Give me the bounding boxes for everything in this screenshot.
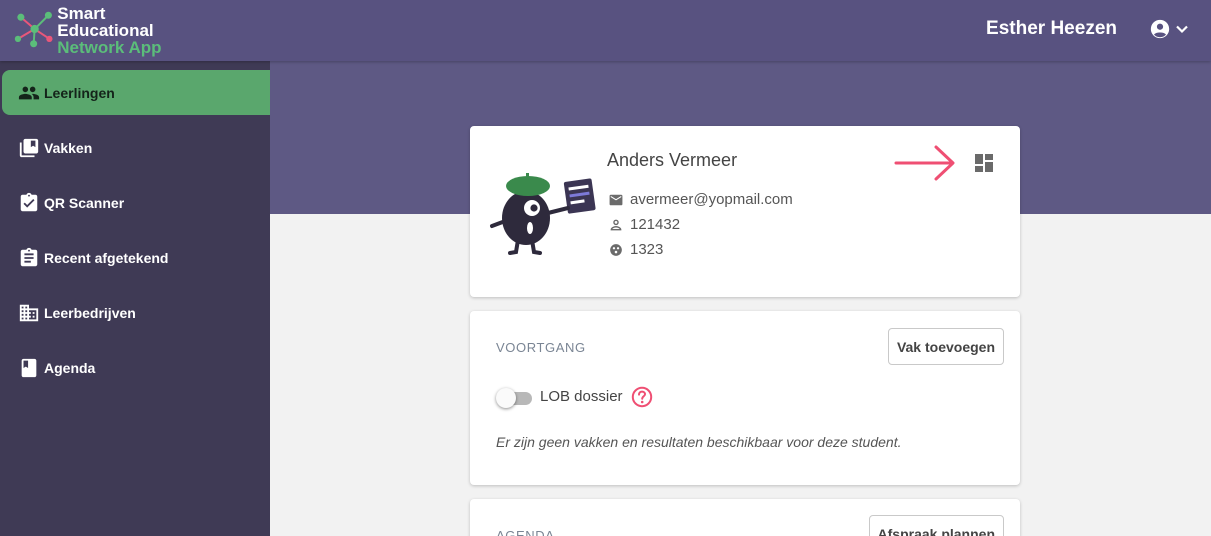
- student-group: 1323: [630, 241, 664, 258]
- user-name[interactable]: Esther Heezen: [986, 18, 1117, 40]
- sidebar-item-leerbedrijven[interactable]: Leerbedrijven: [2, 290, 270, 335]
- group-icon: [607, 242, 625, 258]
- person-icon: [607, 217, 625, 233]
- app-logo[interactable]: Smart Educational Network App: [14, 5, 204, 56]
- clipboard-check-icon: [16, 190, 42, 216]
- sidebar-item-agenda[interactable]: Agenda: [2, 345, 270, 390]
- add-subject-button[interactable]: Vak toevoegen: [887, 328, 1004, 365]
- progress-card: VOORTGANG Vak toevoegen LOB dossier Er z…: [470, 311, 1020, 485]
- empty-results-message: Er zijn geen vakken en resultaten beschi…: [496, 434, 902, 450]
- sidebar-item-recent-afgetekend[interactable]: Recent afgetekend: [2, 235, 270, 280]
- sidebar-item-leerlingen[interactable]: Leerlingen: [2, 70, 270, 115]
- sidebar-item-label: Leerlingen: [44, 84, 115, 101]
- mascot-illustration: [490, 173, 596, 255]
- top-bar: Smart Educational Network App Esther Hee…: [0, 0, 1211, 61]
- student-number-row: 121432: [607, 216, 680, 233]
- agenda-card: AGENDA Afspraak plannen: [470, 499, 1020, 536]
- sidebar-item-qr-scanner[interactable]: QR Scanner: [2, 180, 270, 225]
- assignment-icon: [16, 245, 42, 271]
- sidebar: Leerlingen Vakken QR Scanner Recent afge…: [0, 61, 270, 536]
- lob-dossier-label: LOB dossier: [540, 388, 623, 405]
- book-icon: [16, 355, 42, 381]
- student-number: 121432: [630, 216, 681, 233]
- sidebar-item-label: QR Scanner: [44, 194, 125, 211]
- sidebar-item-label: Vakken: [44, 139, 93, 156]
- app-title-line2: Network App: [57, 37, 162, 57]
- library-books-icon: [16, 135, 42, 161]
- network-logo-icon: [14, 11, 53, 48]
- app-title: Smart Educational Network App: [57, 5, 204, 56]
- dashboard-icon[interactable]: [974, 153, 994, 173]
- student-profile-card: Anders Vermeer avermeer@yopmail.com 1214…: [470, 126, 1020, 297]
- sidebar-item-label: Recent afgetekend: [44, 249, 169, 266]
- student-email-row: avermeer@yopmail.com: [607, 191, 793, 208]
- agenda-title: AGENDA: [496, 528, 555, 536]
- student-group-row: 1323: [607, 241, 663, 258]
- arrow-right-icon: [894, 145, 955, 181]
- business-icon: [16, 300, 42, 326]
- help-icon[interactable]: [631, 386, 653, 408]
- user-menu-button[interactable]: [1149, 18, 1189, 40]
- people-icon: [16, 80, 42, 106]
- lob-dossier-toggle[interactable]: [496, 387, 534, 409]
- email-icon: [607, 192, 625, 208]
- account-circle-icon: [1150, 19, 1170, 39]
- student-name: Anders Vermeer: [607, 150, 738, 170]
- app-title-line1: Smart Educational: [57, 3, 154, 40]
- sidebar-item-label: Leerbedrijven: [44, 304, 136, 321]
- plan-appointment-button[interactable]: Afspraak plannen: [868, 515, 1004, 536]
- sidebar-item-vakken[interactable]: Vakken: [2, 125, 270, 170]
- chevron-down-icon: [1176, 25, 1188, 34]
- progress-title: VOORTGANG: [496, 340, 586, 355]
- student-email: avermeer@yopmail.com: [630, 191, 793, 208]
- sidebar-item-label: Agenda: [44, 359, 96, 376]
